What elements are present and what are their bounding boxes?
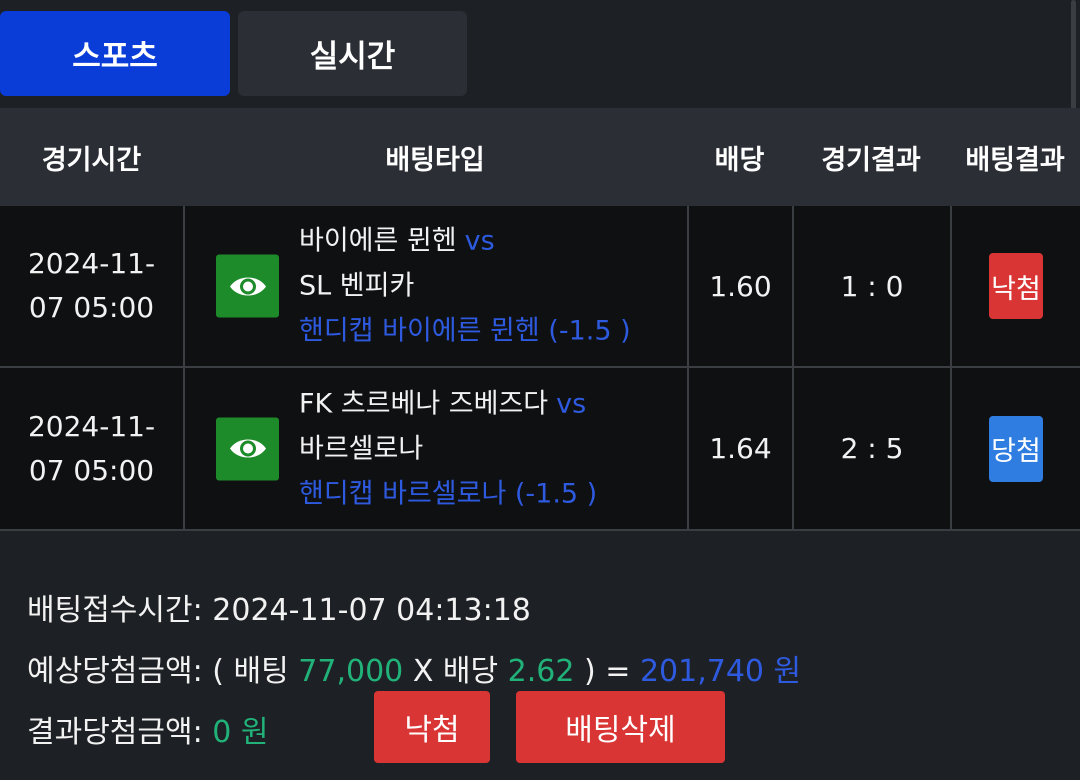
cell-time: 2024-11- 07 05:00 <box>0 206 183 366</box>
eye-icon <box>229 439 266 458</box>
tab-sports[interactable]: 스포츠 <box>0 11 230 96</box>
table-header: 경기시간 배팅타입 배당 경기결과 배팅결과 <box>0 108 1080 206</box>
table-row: 2024-11- 07 05:00 FK 츠르베나 즈베즈다 vs 바르셀로나 핸… <box>0 368 1080 531</box>
expected-win-amount: 201,740 원 <box>639 654 802 689</box>
result-win-label: 결과당첨금액: <box>27 715 203 750</box>
delete-bet-button[interactable]: 배팅삭제 <box>516 691 725 763</box>
result-win-line: 결과당첨금액: 0 원 <box>27 707 269 751</box>
bet-table: 경기시간 배팅타입 배당 경기결과 배팅결과 2024-11- 07 05:00 <box>0 108 1080 531</box>
odds-label: 배당 <box>442 654 499 689</box>
cell-match-result: 2 : 5 <box>792 368 950 529</box>
vs-label: vs <box>464 225 495 257</box>
expected-win-line: 예상당첨금액: ( 배팅 77,000 X 배당 2.62 ) = 201,74… <box>27 646 801 690</box>
odds-value: 1.60 <box>709 269 772 303</box>
cell-match-result: 1 : 0 <box>792 206 950 366</box>
tab-live[interactable]: 실시간 <box>238 11 467 96</box>
cell-bet-type: 바이에른 뮌헨 vs SL 벤피카 핸디캡 바이에른 뮌헨 (-1.5 ) <box>183 206 687 366</box>
open-paren: ( <box>212 654 224 689</box>
cell-odds: 1.64 <box>687 368 792 529</box>
tab-bar: 스포츠 실시간 <box>0 0 1080 118</box>
match-time: 2024-11- 07 05:00 <box>17 405 167 493</box>
lose-button[interactable]: 낙첨 <box>374 691 490 763</box>
close-paren-equals: ) = <box>584 654 631 689</box>
away-team: SL 벤피카 <box>299 270 415 302</box>
scrollbar-thumb[interactable] <box>1071 0 1076 118</box>
match-time-line1: 2024-11- <box>27 247 156 280</box>
received-time-value: 2024-11-07 04:13:18 <box>212 593 531 628</box>
bet-pick: 핸디캡 바이에른 뮌헨 (-1.5 ) <box>299 315 631 347</box>
home-team: 바이에른 뮌헨 <box>299 225 457 257</box>
header-odds: 배당 <box>714 144 765 176</box>
expected-win-label: 예상당첨금액: <box>27 654 203 689</box>
view-button[interactable] <box>216 254 279 318</box>
header-bet-result: 배팅결과 <box>965 144 1065 176</box>
table-row: 2024-11- 07 05:00 바이에른 뮌헨 vs SL 벤피카 핸디캡 바… <box>0 206 1080 368</box>
match-score: 1 : 0 <box>840 269 904 303</box>
times-sign: X <box>412 654 434 689</box>
match-time: 2024-11- 07 05:00 <box>17 242 167 330</box>
away-team: 바르셀로나 <box>299 433 424 464</box>
header-time: 경기시간 <box>41 144 142 176</box>
status-badge: 낙첨 <box>989 253 1043 319</box>
match-time-line2: 07 05:00 <box>28 291 155 324</box>
cell-odds: 1.60 <box>687 206 792 366</box>
cell-bet-type: FK 츠르베나 즈베즈다 vs 바르셀로나 핸디캡 바르셀로나 (-1.5 ) <box>183 368 687 529</box>
eye-icon <box>229 277 266 295</box>
cell-time: 2024-11- 07 05:00 <box>0 368 183 529</box>
header-match-result: 경기결과 <box>821 144 921 176</box>
view-button[interactable] <box>216 417 279 480</box>
betting-history-page: 스포츠 실시간 경기시간 배팅타입 배당 경기결과 배팅결과 2024-11- … <box>0 0 1080 780</box>
match-time-line2: 07 05:00 <box>28 453 155 487</box>
bet-amount: 77,000 <box>298 654 404 689</box>
odds-value: 1.64 <box>709 432 772 465</box>
vs-label: vs <box>556 388 587 419</box>
match-score: 2 : 5 <box>840 432 904 465</box>
result-win-amount: 0 원 <box>212 715 269 750</box>
cell-bet-result: 당첨 <box>950 368 1080 529</box>
received-time-label: 배팅접수시간: <box>27 593 203 628</box>
scrollbar[interactable] <box>1062 0 1080 118</box>
cell-bet-result: 낙첨 <box>950 206 1080 366</box>
bet-summary: 배팅접수시간: 2024-11-07 04:13:18 예상당첨금액: ( 배팅… <box>0 533 1080 780</box>
bet-label: 배팅 <box>233 654 289 689</box>
header-bet-type: 배팅타입 <box>385 144 485 176</box>
total-odds: 2.62 <box>507 654 575 689</box>
match-info: 바이에른 뮌헨 vs SL 벤피카 핸디캡 바이에른 뮌헨 (-1.5 ) <box>299 219 631 354</box>
home-team: FK 츠르베나 즈베즈다 <box>299 388 549 419</box>
received-time-line: 배팅접수시간: 2024-11-07 04:13:18 <box>27 585 531 629</box>
bet-pick: 핸디캡 바르셀로나 (-1.5 ) <box>299 478 598 509</box>
status-badge: 당첨 <box>989 415 1043 482</box>
match-time-line1: 2024-11- <box>27 409 156 443</box>
match-info: FK 츠르베나 즈베즈다 vs 바르셀로나 핸디캡 바르셀로나 (-1.5 ) <box>299 381 597 516</box>
